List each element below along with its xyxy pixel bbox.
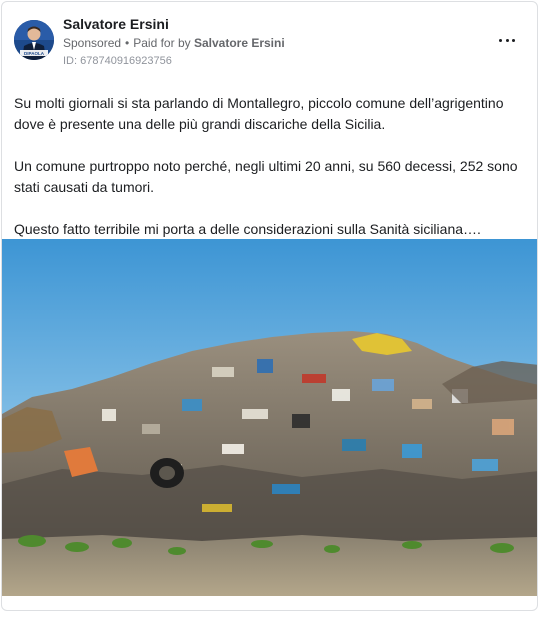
avatar-caption: DIPAOLA (24, 51, 45, 56)
ad-id: ID: 678740916923756 (63, 55, 172, 67)
post-paragraph: Un comune purtroppo noto perché, negli u… (14, 158, 518, 195)
paid-for-prefix: Paid for by (133, 36, 191, 50)
paid-for-name[interactable]: Salvatore Ersini (194, 36, 285, 50)
avatar-image: DIPAOLA (14, 20, 54, 60)
author-name[interactable]: Salvatore Ersini (63, 16, 169, 32)
post-paragraph: Questo fatto terribile mi porta a delle … (14, 221, 481, 237)
ad-post-card: DIPAOLA Salvatore Ersini Sponsored • Paid … (1, 1, 538, 611)
landfill-photo (2, 239, 537, 596)
post-image-landfill[interactable] (2, 239, 537, 596)
post-paragraph: Su molti giornali si sta parlando di Mon… (14, 95, 504, 132)
separator-dot: • (125, 36, 130, 50)
more-options-button[interactable] (499, 32, 515, 48)
post-text: Su molti giornali si sta parlando di Mon… (14, 93, 529, 240)
post-header: DIPAOLA Salvatore Ersini Sponsored • Paid … (2, 2, 537, 82)
sponsored-line: Sponsored • Paid for by Salvatore Ersini (63, 36, 285, 50)
sponsored-label[interactable]: Sponsored (63, 36, 121, 50)
more-horizontal-icon (499, 38, 502, 42)
avatar[interactable]: DIPAOLA (14, 20, 54, 60)
